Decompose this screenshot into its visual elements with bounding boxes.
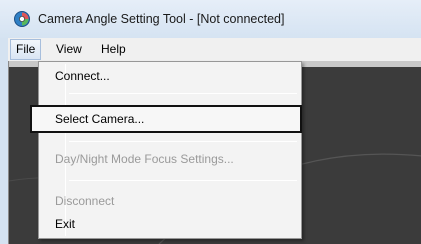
- menu-item-disconnect[interactable]: Disconnect: [41, 190, 299, 212]
- menu-file[interactable]: File: [10, 39, 42, 60]
- menu-view[interactable]: View: [50, 39, 88, 60]
- title-bar[interactable]: Camera Angle Setting Tool - [Not connect…: [0, 0, 421, 38]
- menu-item-day-night-focus[interactable]: Day/Night Mode Focus Settings...: [41, 148, 299, 170]
- file-menu-dropdown: Connect... Select Camera... Day/Night Mo…: [30, 61, 302, 239]
- menu-item-exit[interactable]: Exit: [41, 213, 299, 235]
- menu-help[interactable]: Help: [95, 39, 132, 60]
- menu-bar: File View Help: [8, 38, 421, 61]
- menu-separator: [69, 93, 297, 94]
- camera-app-icon: [13, 10, 31, 28]
- menu-item-select-camera[interactable]: Select Camera...: [30, 105, 302, 133]
- menu-item-connect[interactable]: Connect...: [41, 65, 299, 87]
- app-window: Camera Angle Setting Tool - [Not connect…: [0, 0, 421, 244]
- window-title: Camera Angle Setting Tool - [Not connect…: [38, 12, 285, 26]
- menu-separator: [69, 141, 297, 142]
- menu-separator: [69, 180, 297, 181]
